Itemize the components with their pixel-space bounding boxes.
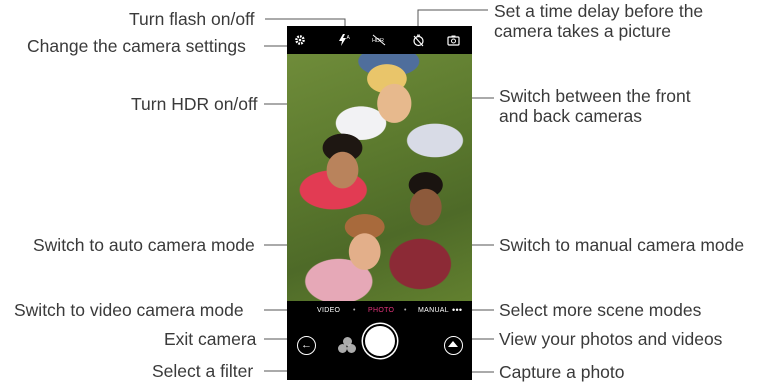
hdr-off-icon[interactable]: HDR xyxy=(370,31,388,49)
callout-more-modes: Select more scene modes xyxy=(499,300,702,320)
mode-separator-dot: • xyxy=(353,307,356,314)
back-arrow-icon[interactable]: ← xyxy=(297,336,316,355)
mode-photo[interactable]: PHOTO xyxy=(368,307,394,314)
callout-exit: Exit camera xyxy=(164,329,257,349)
callout-filter: Select a filter xyxy=(152,361,254,381)
camera-viewfinder[interactable] xyxy=(287,54,472,301)
callout-settings: Change the camera settings xyxy=(27,36,246,56)
shutter-button[interactable] xyxy=(365,326,395,356)
camera-screen: A HDR VIDEO • PHOTO • MANUAL ••• ← xyxy=(287,26,472,380)
switch-camera-icon[interactable] xyxy=(444,31,462,49)
callout-auto-mode: Switch to auto camera mode xyxy=(33,235,255,255)
timer-off-icon[interactable] xyxy=(409,31,427,49)
callout-gallery: View your photos and videos xyxy=(499,329,723,349)
callout-hdr: Turn HDR on/off xyxy=(131,94,258,114)
mode-manual[interactable]: MANUAL xyxy=(418,307,449,314)
callout-video-mode: Switch to video camera mode xyxy=(14,300,244,320)
mode-separator-dot: • xyxy=(404,307,407,314)
callout-manual-mode: Switch to manual camera mode xyxy=(499,235,745,255)
callout-timer: Set a time delay before the camera takes… xyxy=(494,1,704,41)
callout-switch-camera: Switch between the front and back camera… xyxy=(499,86,691,126)
callout-flash: Turn flash on/off xyxy=(129,9,255,29)
camera-top-bar: A HDR xyxy=(287,26,472,54)
callout-capture: Capture a photo xyxy=(499,362,625,382)
gear-icon[interactable] xyxy=(291,31,309,49)
gallery-icon[interactable] xyxy=(444,336,463,355)
svg-text:A: A xyxy=(347,35,351,41)
more-modes-icon[interactable]: ••• xyxy=(452,305,462,315)
mode-video[interactable]: VIDEO xyxy=(317,307,340,314)
camera-mode-selector: VIDEO • PHOTO • MANUAL ••• xyxy=(287,301,472,323)
flash-auto-icon[interactable]: A xyxy=(335,31,353,49)
camera-controls: ← xyxy=(287,323,472,380)
filter-icon[interactable] xyxy=(338,337,356,355)
